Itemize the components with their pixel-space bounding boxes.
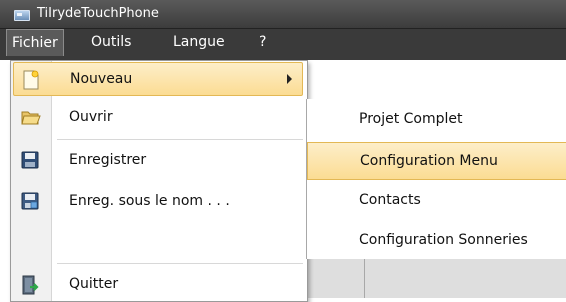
exit-door-icon	[21, 275, 39, 295]
title-bar: TiIrydeTouchPhone	[0, 0, 566, 29]
submenu-item-configuration-sonneries[interactable]: Configuration Sonneries	[307, 222, 566, 260]
workspace-background	[300, 258, 566, 298]
nouveau-submenu: Projet Complet Configuration Menu Contac…	[306, 99, 566, 259]
menu-langue[interactable]: Langue	[168, 29, 230, 55]
menu-item-quitter[interactable]: Quitter	[13, 268, 303, 302]
menu-separator	[57, 263, 303, 264]
menu-item-label: Quitter	[69, 276, 119, 292]
save-as-icon	[21, 192, 39, 212]
workspace-divider	[364, 258, 365, 298]
app-window-icon	[14, 10, 30, 21]
menu-item-label: Ouvrir	[69, 109, 113, 125]
menu-bar: Fichier Outils Langue ?	[0, 29, 566, 60]
menu-separator	[57, 139, 303, 140]
menu-icon-strip	[11, 61, 52, 301]
window-title: TiIrydeTouchPhone	[37, 6, 159, 21]
menu-item-label: Nouveau	[70, 71, 133, 87]
menu-item-label: Enregistrer	[69, 152, 147, 168]
menu-item-ouvrir[interactable]: Ouvrir	[13, 101, 303, 135]
new-document-icon	[22, 70, 40, 90]
file-menu-dropdown: Nouveau Ouvrir Enregistrer Enreg. sous l…	[10, 60, 308, 302]
submenu-item-label: Configuration Menu	[360, 153, 498, 169]
menu-fichier[interactable]: Fichier	[6, 29, 64, 56]
menu-item-label: Enreg. sous le nom . . .	[69, 193, 230, 209]
menu-outils[interactable]: Outils	[86, 29, 136, 55]
submenu-item-label: Contacts	[359, 192, 421, 208]
open-folder-icon	[21, 108, 41, 128]
submenu-item-label: Projet Complet	[359, 111, 463, 127]
submenu-item-configuration-menu[interactable]: Configuration Menu	[307, 142, 566, 180]
submenu-item-label: Configuration Sonneries	[359, 232, 528, 248]
submenu-arrow-icon	[287, 74, 292, 84]
menu-help[interactable]: ?	[254, 29, 271, 55]
menu-item-enreg-sous[interactable]: Enreg. sous le nom . . .	[13, 185, 303, 219]
menu-item-nouveau[interactable]: Nouveau	[13, 62, 303, 96]
menu-item-enregistrer[interactable]: Enregistrer	[13, 144, 303, 178]
submenu-item-contacts[interactable]: Contacts	[307, 182, 566, 220]
submenu-item-projet-complet[interactable]: Projet Complet	[307, 101, 566, 139]
save-disk-icon	[21, 151, 39, 171]
